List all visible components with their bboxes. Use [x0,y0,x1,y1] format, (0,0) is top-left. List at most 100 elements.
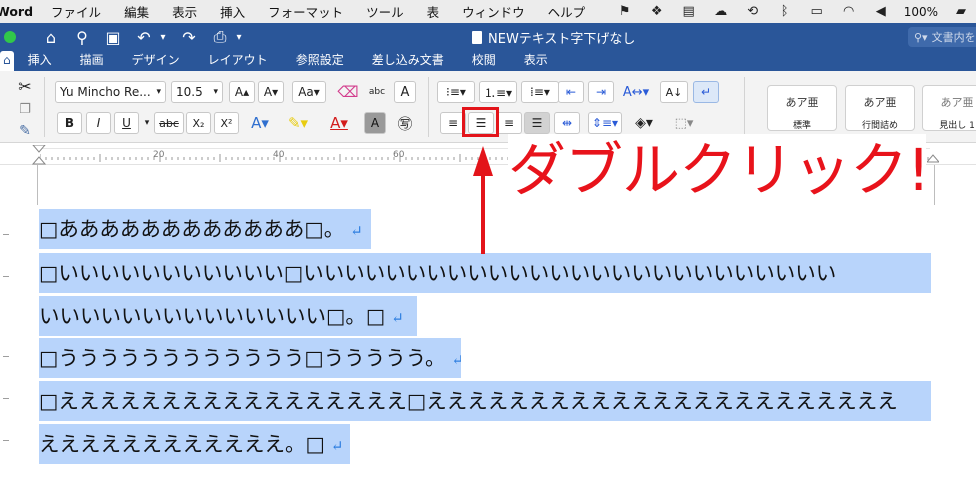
selected-paragraph-line[interactable]: □ああああああああああああ□。 ↵ [39,209,371,249]
tab-mailings[interactable]: 差し込み文書 [358,51,458,71]
wifi-icon[interactable]: ◠ [840,4,858,19]
strikethrough-button[interactable]: abc [154,112,184,134]
show-formatting-marks-button[interactable]: ↵ [693,81,719,103]
grow-font-button[interactable]: A▴ [229,81,255,103]
window-zoom-button[interactable] [4,31,16,43]
cloud-icon[interactable]: ☁ [712,4,730,19]
tab-review[interactable]: 校閲 [458,51,510,71]
tab-design[interactable]: デザイン [118,51,194,71]
distributed-button[interactable]: ⇹ [554,112,580,134]
subscript-button[interactable]: X₂ [186,112,211,134]
style-no-spacing[interactable]: あア亜 行間詰め [845,85,915,131]
selected-paragraph-line[interactable]: □いいいいいいいいいいい□いいいいいいいいいいいいいいいいいいいいいいいいいい [39,253,931,293]
style-heading-1[interactable]: あア亜 見出し 1 [922,85,976,131]
text-effects-icon[interactable]: A▾ [246,112,274,134]
clear-formatting-icon[interactable]: ⌫ [334,81,362,103]
dropbox-icon[interactable]: ❖ [648,4,666,19]
menu-window[interactable]: ウィンドウ [462,2,525,21]
menu-format[interactable]: フォーマット [268,2,343,21]
menu-view[interactable]: 表示 [172,2,197,21]
style-sample: あア亜 [940,96,974,109]
keyboard-icon[interactable]: ▭ [808,4,826,19]
menu-file[interactable]: ファイル [51,2,101,21]
italic-button[interactable]: I [86,112,111,134]
undo-dropdown-icon[interactable]: ▾ [157,32,169,43]
tab-layout[interactable]: レイアウト [194,51,282,71]
home-icon[interactable]: ⌂ [40,28,62,47]
selected-paragraph-line[interactable]: いいいいいいいいいいいいいい□。□ ↵ [39,296,417,336]
document-title-text: NEWテキスト字下げなし [488,32,636,47]
search-icon[interactable]: ⚲ [71,28,93,47]
underline-dropdown-icon[interactable]: ▾ [142,112,152,134]
multilevel-list-button[interactable]: ⁞≡▾ [521,81,559,103]
tab-draw[interactable]: 描画 [66,51,118,71]
font-size-select[interactable]: 10.5 ▾ [171,81,223,103]
tab-home[interactable]: ⌂ [0,51,14,71]
bold-button[interactable]: B [57,112,82,134]
indent-marker[interactable] [32,145,46,165]
undo-icon[interactable]: ↶ [133,28,155,47]
cut-icon[interactable]: ✂ [14,75,36,97]
menu-table[interactable]: 表 [427,2,440,21]
selected-paragraph-line[interactable]: □うううううううううううう□ううううう。 ↵ [39,338,461,378]
numbering-button[interactable]: ⒈≡▾ [479,81,517,103]
format-painter-icon[interactable]: ✎ [14,120,36,142]
highlight-color-icon[interactable]: ✎▾ [280,112,316,134]
increase-indent-button[interactable]: ⇥ [588,81,614,103]
paragraph-text: □いいいいいいいいいいい□いいいいいいいいいいいいいいいいいいいいいいいいいい [39,261,837,285]
copy-icon[interactable]: ❐ [14,98,36,120]
text-direction-icon[interactable]: A↔▾ [620,81,652,103]
redo-icon[interactable]: ↷ [178,28,200,47]
character-border-button[interactable]: A [394,81,416,103]
font-size-value: 10.5 [176,85,203,99]
menu-tools[interactable]: ツール [366,2,404,21]
search-document-field[interactable]: ⚲▾ 文書内を [908,27,976,47]
enclosed-character-icon[interactable]: ㊢ [392,112,418,134]
line-spacing-button[interactable]: ⇕≡▾ [588,112,622,134]
change-case-button[interactable]: Aa▾ [292,81,326,103]
bluetooth-icon[interactable]: ᛒ [776,4,794,19]
menu-insert[interactable]: 挿入 [220,2,245,21]
selected-paragraph-line[interactable]: ええええええええええええ。□ ↵ [39,424,350,464]
style-normal[interactable]: あア亜 標準 [767,85,837,131]
volume-icon[interactable]: ◀ [872,4,890,19]
character-shading-button[interactable]: A [364,112,386,134]
left-margin-mark [37,165,38,205]
print-icon[interactable]: ⎙ [209,27,231,47]
phonetic-guide-icon[interactable]: abc [364,81,390,103]
font-color-icon[interactable]: A▾ [322,112,356,134]
customize-toolbar-icon[interactable]: ▾ [233,32,245,43]
annotation-highlight-box [462,107,499,137]
style-sample: あア亜 [863,96,897,109]
tab-insert[interactable]: 挿入 [14,51,66,71]
bullets-button[interactable]: ⁝≡▾ [437,81,475,103]
separator [44,77,45,137]
underline-button[interactable]: U [114,112,139,134]
decrease-indent-button[interactable]: ⇤ [558,81,584,103]
sort-button[interactable]: A↓ [660,81,688,103]
shrink-font-button[interactable]: A▾ [258,81,284,103]
time-machine-icon[interactable]: ⟲ [744,4,762,19]
align-right-button[interactable]: ≡ [496,112,522,134]
save-icon[interactable]: ▣ [102,28,124,47]
separator [744,77,745,137]
search-placeholder: 文書内を [931,31,976,44]
paragraph-mark: ↵ [350,222,363,240]
paragraph-mark: ↵ [391,309,404,327]
battery-icon[interactable]: ▰ [952,4,970,19]
selected-paragraph-line[interactable]: □えええええええええええええええええ□えええええええええええええええええええええ… [39,381,931,421]
tab-view[interactable]: 表示 [510,51,562,71]
system-menubar: Word ファイル 編集 表示 挿入 フォーマット ツール 表 ウィンドウ ヘル… [0,0,976,23]
menubar-app-name[interactable]: Word [0,4,33,19]
flag-icon[interactable]: ⚑ [616,4,634,19]
shading-icon[interactable]: ◈▾ [628,112,660,134]
justify-button[interactable]: ☰ [524,112,550,134]
superscript-button[interactable]: X² [214,112,239,134]
menu-help[interactable]: ヘルプ [548,2,586,21]
clipboard-icon[interactable]: ▤ [680,4,698,19]
paragraph-text: いいいいいいいいいいいいいい□。□ [39,304,386,328]
borders-icon[interactable]: ⬚▾ [666,112,702,134]
font-name-select[interactable]: Yu Mincho Re... ▾ [55,81,166,103]
menu-edit[interactable]: 編集 [124,2,149,21]
tab-references[interactable]: 参照設定 [282,51,358,71]
